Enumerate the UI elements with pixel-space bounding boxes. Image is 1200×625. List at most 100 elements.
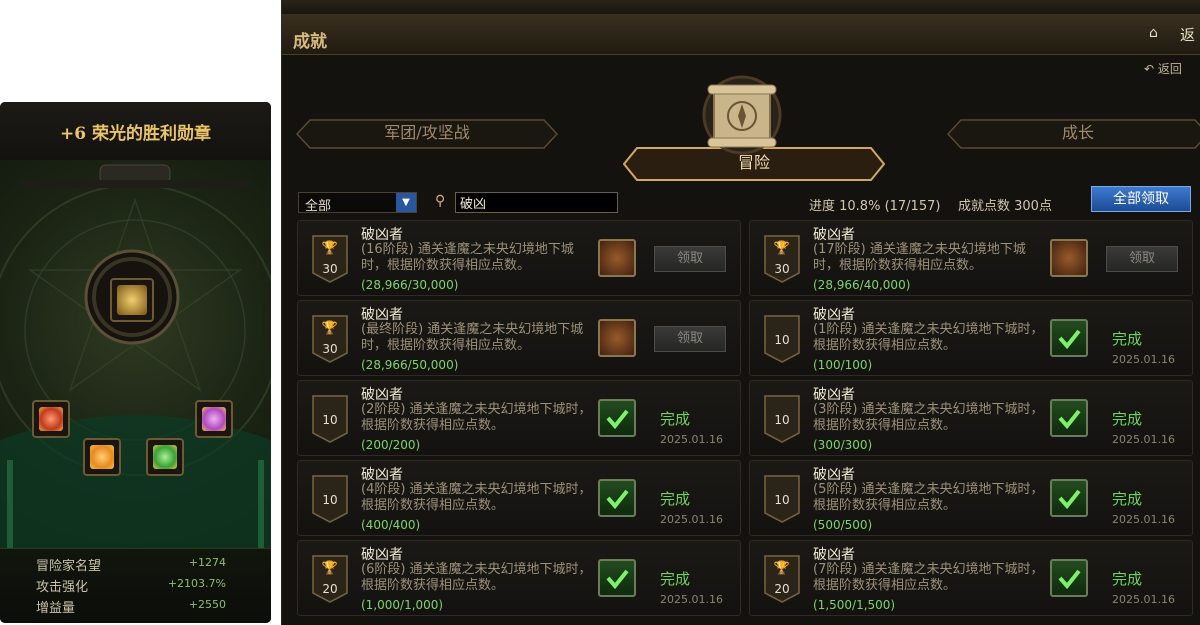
medal-background-art (0, 164, 271, 590)
achievement-badge: 🏆 30 (764, 235, 800, 283)
home-icon[interactable]: ⌂ (1149, 25, 1165, 41)
search-icon: ⚲ (435, 193, 446, 209)
badge-points: 30 (322, 262, 338, 276)
tab-label: 冒险 (737, 153, 770, 172)
badge-points: 10 (774, 413, 790, 427)
medal-stats: 冒险家名望 +1274 攻击强化 +2103.7% 增益量 +2550 (0, 548, 271, 623)
achievement-progress: (400/400) (361, 518, 421, 532)
top-back-button[interactable]: 返 (1180, 24, 1195, 45)
achievement-description: (17阶段) 通关逢魔之未央幻境地下城时，根据阶数获得相应点数。 (813, 242, 1026, 273)
achievement-progress: (500/500) (813, 518, 873, 532)
tab-label: 军团/攻坚战 (384, 123, 470, 142)
checkmark-icon (1050, 559, 1088, 597)
achievement-badge: 10 (312, 475, 348, 523)
complete-status: 完成 (1112, 410, 1143, 428)
achievement-list: 🏆 30 破凶者 (16阶段) 通关逢魔之未央幻境地下城时，根据阶数获得相应点数。 (2… (297, 220, 1197, 625)
achievement-badge: 🏆 30 (312, 235, 348, 283)
green-gem-icon (153, 445, 177, 469)
window-title-bar: 成就 ⌂ 返 (282, 14, 1200, 55)
medal-center-gem (117, 285, 147, 315)
stat-row: 增益量 +2550 (36, 597, 226, 617)
achievement-badge: 10 (764, 395, 800, 443)
achievement-description: (6阶段) 通关逢魔之未央幻境地下城时，根据阶数获得相应点数。 (361, 562, 592, 593)
complete-date: 2025.01.16 (1112, 513, 1175, 526)
achievement-description: (3阶段) 通关逢魔之未央幻境地下城时，根据阶数获得相应点数。 (813, 402, 1044, 433)
badge-points: 10 (774, 333, 790, 347)
badge-points: 30 (774, 262, 790, 276)
achievement-title: 破凶者 (361, 307, 403, 323)
claim-button[interactable]: 领取 (654, 246, 726, 272)
badge-points: 20 (322, 582, 338, 596)
reward-chest-icon[interactable] (598, 319, 636, 357)
claim-button[interactable]: 领取 (1106, 246, 1178, 272)
medal-center-slot[interactable] (110, 278, 154, 322)
scroll-compass-icon (702, 75, 782, 155)
purple-gem-icon (202, 407, 226, 431)
achievement-description: (4阶段) 通关逢魔之未央幻境地下城时，根据阶数获得相应点数。 (361, 482, 592, 513)
achievement-title: 破凶者 (361, 467, 403, 483)
checkmark-icon (1050, 479, 1088, 517)
achievement-card: 🏆 30 破凶者 (17阶段) 通关逢魔之未央幻境地下城时，根据阶数获得相应点数。 (2… (749, 220, 1193, 296)
gem-slot-right-bottom[interactable] (146, 438, 184, 476)
search-input[interactable] (455, 192, 618, 213)
gem-slot-left-bottom[interactable] (83, 438, 121, 476)
complete-status: 完成 (660, 410, 691, 428)
stat-value: +1274 (188, 556, 226, 569)
badge-points: 10 (774, 493, 790, 507)
checkmark-icon (598, 399, 636, 437)
achievement-progress: (28,966/30,000) (361, 278, 459, 292)
gem-slot-left-top[interactable] (32, 400, 70, 438)
achievement-card: 10 破凶者 (3阶段) 通关逢魔之未央幻境地下城时，根据阶数获得相应点数。 (300… (749, 380, 1193, 456)
achievement-description: (7阶段) 通关逢魔之未央幻境地下城时，根据阶数获得相应点数。 (813, 562, 1044, 593)
category-filter-select[interactable]: 全部 ▼ (298, 192, 417, 214)
reward-chest-icon[interactable] (598, 239, 636, 277)
achievement-badge: 10 (764, 315, 800, 363)
back-button[interactable]: ↶ 返回 (1144, 60, 1182, 78)
achievement-badge: 🏆 20 (312, 555, 348, 603)
achievement-progress: (300/300) (813, 438, 873, 452)
tab-growth[interactable]: 成长 (947, 119, 1200, 149)
stat-value: +2103.7% (167, 577, 226, 590)
trophy-icon: 🏆 (321, 321, 339, 336)
gem-slot-right-top[interactable] (195, 400, 233, 438)
achievement-title: 破凶者 (361, 227, 403, 243)
achievement-title: 破凶者 (361, 547, 403, 563)
filter-value: 全部 (305, 199, 332, 214)
tab-legion[interactable]: 军团/攻坚战 (296, 119, 558, 149)
achievement-badge: 🏆 20 (764, 555, 800, 603)
claim-button[interactable]: 领取 (654, 326, 726, 352)
achievement-title: 破凶者 (813, 307, 855, 323)
badge-points: 10 (322, 413, 338, 427)
checkmark-icon (598, 559, 636, 597)
badge-points: 20 (774, 582, 790, 596)
window-title: 成就 (293, 32, 327, 52)
achievement-card: 🏆 30 破凶者 (最终阶段) 通关逢魔之未央幻境地下城时，根据阶数获得相应点数。 (2… (297, 300, 741, 376)
checkmark-icon (1050, 319, 1088, 357)
achievement-card: 🏆 20 破凶者 (7阶段) 通关逢魔之未央幻境地下城时，根据阶数获得相应点数。 (1,… (749, 540, 1193, 616)
achievement-badge: 10 (312, 395, 348, 443)
achievement-card: 🏆 30 破凶者 (16阶段) 通关逢魔之未央幻境地下城时，根据阶数获得相应点数。 (2… (297, 220, 741, 296)
achievement-badge: 🏆 30 (312, 315, 348, 363)
achievement-title: 破凶者 (813, 387, 855, 403)
trophy-icon: 🏆 (773, 241, 791, 256)
trophy-icon: 🏆 (773, 561, 791, 576)
achievement-badge: 10 (764, 475, 800, 523)
achievement-card: 🏆 20 破凶者 (6阶段) 通关逢魔之未央幻境地下城时，根据阶数获得相应点数。 (1,… (297, 540, 741, 616)
checkmark-icon (598, 479, 636, 517)
medal-art (0, 160, 271, 590)
complete-date: 2025.01.16 (1112, 593, 1175, 606)
achievement-description: (16阶段) 通关逢魔之未央幻境地下城时，根据阶数获得相应点数。 (361, 242, 574, 273)
achievement-description: (最终阶段) 通关逢魔之未央幻境地下城时，根据阶数获得相应点数。 (361, 322, 584, 353)
achievement-card: 10 破凶者 (5阶段) 通关逢魔之未央幻境地下城时，根据阶数获得相应点数。 (500… (749, 460, 1193, 536)
achievement-description: (1阶段) 通关逢魔之未央幻境地下城时，根据阶数获得相应点数。 (813, 322, 1044, 353)
complete-status: 完成 (1112, 570, 1143, 588)
achievement-title: 破凶者 (361, 387, 403, 403)
orange-gem-icon (90, 445, 114, 469)
chevron-down-icon[interactable]: ▼ (396, 193, 416, 212)
tab-label: 成长 (1061, 123, 1094, 142)
claim-all-button[interactable]: 全部领取 (1091, 186, 1191, 212)
complete-date: 2025.01.16 (660, 433, 723, 446)
checkmark-icon (1050, 399, 1088, 437)
badge-points: 30 (322, 342, 338, 356)
reward-chest-icon[interactable] (1050, 239, 1088, 277)
